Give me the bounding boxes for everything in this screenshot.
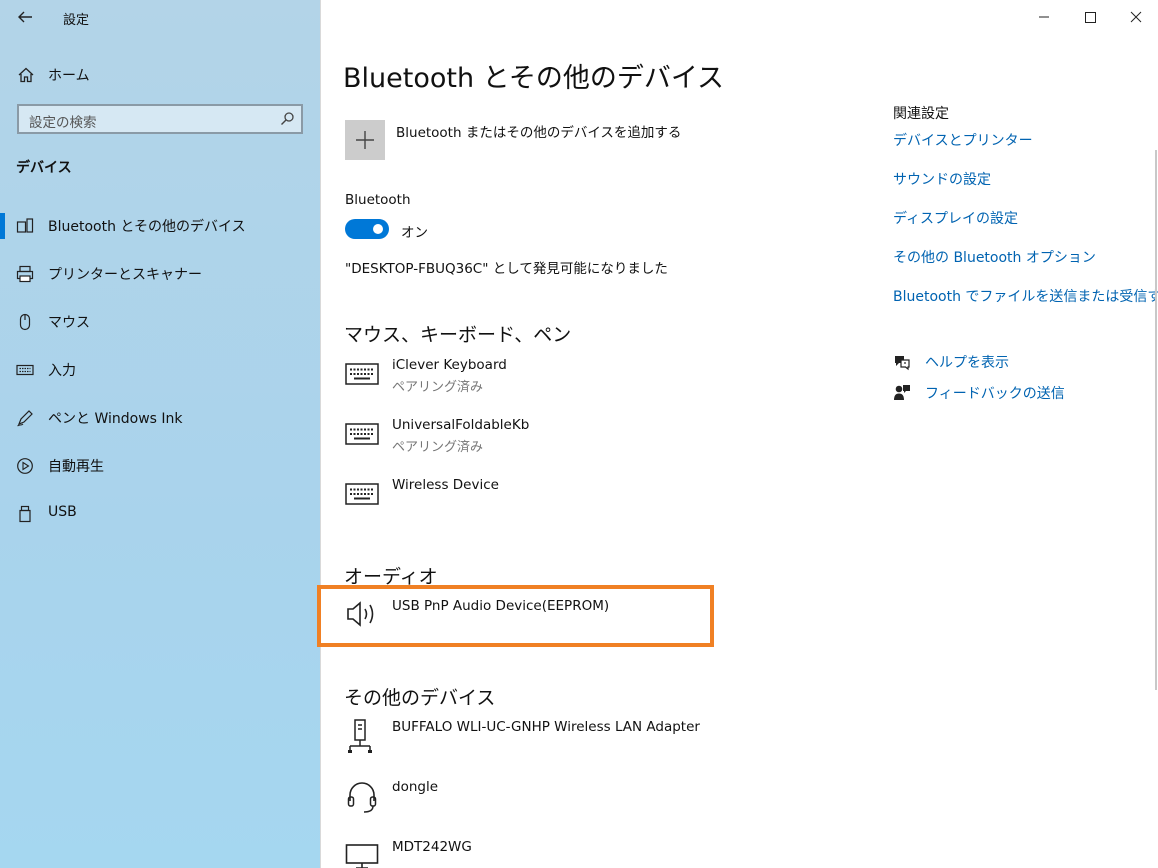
back-arrow-icon xyxy=(18,11,32,23)
sidebar-section-title: デバイス xyxy=(16,160,72,176)
mouse-icon xyxy=(19,313,31,331)
device-name: UniversalFoldableKb xyxy=(392,417,530,433)
minimize-icon xyxy=(1039,16,1049,18)
page-title: Bluetooth とその他のデバイス xyxy=(343,63,725,94)
main-pane: Bluetooth とその他のデバイス Bluetooth またはその他のデバイ… xyxy=(317,0,1158,868)
printer-icon xyxy=(16,265,34,283)
close-icon xyxy=(1130,11,1142,23)
device-status: ペアリング済み xyxy=(392,440,484,455)
usb-icon xyxy=(19,505,31,523)
sidebar-item-bluetooth[interactable]: Bluetooth とその他のデバイス xyxy=(0,205,320,245)
sidebar-item-printers[interactable]: プリンターとスキャナー xyxy=(0,253,320,293)
device-name: USB PnP Audio Device(EEPROM) xyxy=(392,598,610,614)
selection-indicator xyxy=(0,213,5,239)
sidebar-item-label: Bluetooth とその他のデバイス xyxy=(48,219,246,235)
sidebar-item-mouse[interactable]: マウス xyxy=(0,301,320,341)
device-name: iClever Keyboard xyxy=(392,357,507,373)
sidebar-item-usb[interactable]: USB xyxy=(0,493,320,533)
monitor-icon xyxy=(345,844,379,868)
section-title-input: マウス、キーボード、ペン xyxy=(344,324,572,346)
device-name: MDT242WG xyxy=(392,839,472,855)
feedback-icon xyxy=(894,385,910,400)
add-icon-tile xyxy=(345,120,385,160)
link-sound-settings[interactable]: サウンドの設定 xyxy=(893,169,991,189)
scrollbar[interactable] xyxy=(1155,150,1157,690)
pen-icon xyxy=(17,410,33,427)
home-nav-item[interactable]: ホーム xyxy=(0,60,320,90)
feedback-label: フィードバックの送信 xyxy=(925,386,1065,402)
sidebar-item-label: 入力 xyxy=(48,363,76,379)
device-name: BUFFALO WLI-UC-GNHP Wireless LAN Adapter xyxy=(392,719,700,735)
sidebar-item-label: ペンと Windows Ink xyxy=(48,411,183,427)
related-settings-title: 関連設定 xyxy=(893,106,949,122)
headset-icon xyxy=(347,782,377,813)
device-item[interactable]: MDT242WG xyxy=(345,837,825,868)
help-chat-icon xyxy=(895,356,910,371)
minimize-button[interactable] xyxy=(1021,0,1067,34)
bluetooth-state: オン xyxy=(401,225,428,241)
add-device-button[interactable]: Bluetooth またはその他のデバイスを追加する xyxy=(345,120,681,160)
toggle-knob xyxy=(373,224,383,234)
close-button[interactable] xyxy=(1113,0,1158,34)
get-help-link[interactable]: ヘルプを表示 xyxy=(893,351,1093,373)
maximize-button[interactable] xyxy=(1067,0,1113,34)
maximize-icon xyxy=(1085,12,1096,23)
discoverable-text: "DESKTOP-FBUQ36C" として発見可能になりました xyxy=(345,261,668,277)
speaker-icon xyxy=(347,601,374,627)
plus-icon xyxy=(356,131,374,149)
sidebar-item-pen[interactable]: ペンと Windows Ink xyxy=(0,397,320,437)
search-icon[interactable] xyxy=(279,111,295,127)
home-label: ホーム xyxy=(48,68,90,84)
link-devices-printers[interactable]: デバイスとプリンター xyxy=(893,130,1033,150)
help-label: ヘルプを表示 xyxy=(925,355,1009,371)
sidebar-item-label: マウス xyxy=(48,315,90,331)
bluetooth-label: Bluetooth xyxy=(345,192,411,208)
sidebar-item-label: プリンターとスキャナー xyxy=(48,267,202,283)
keyboard-icon xyxy=(16,364,34,376)
device-item[interactable]: UniversalFoldableKb ペアリング済み xyxy=(345,415,825,465)
sidebar-item-autoplay[interactable]: 自動再生 xyxy=(0,445,320,485)
device-name: Wireless Device xyxy=(392,477,499,493)
window-title: 設定 xyxy=(63,13,90,28)
sidebar: 設定 ホーム 設定の検索 デバイス Bluetooth とその他のデバイス プリ… xyxy=(0,0,320,868)
bluetooth-devices-icon xyxy=(16,218,34,233)
send-feedback-link[interactable]: フィードバックの送信 xyxy=(893,382,1093,404)
sidebar-item-label: USB xyxy=(48,504,77,520)
device-item[interactable]: dongle xyxy=(345,777,825,817)
sidebar-item-typing[interactable]: 入力 xyxy=(0,349,320,389)
device-item[interactable]: Wireless Device xyxy=(345,475,825,515)
link-more-bluetooth-options[interactable]: その他の Bluetooth オプション xyxy=(893,247,1096,267)
sidebar-item-label: 自動再生 xyxy=(48,459,104,475)
settings-search-box[interactable]: 設定の検索 xyxy=(17,104,303,134)
device-item[interactable]: USB PnP Audio Device(EEPROM) xyxy=(345,595,705,637)
home-icon xyxy=(18,67,34,83)
autoplay-icon xyxy=(17,458,33,474)
keyboard-icon xyxy=(345,423,379,445)
network-device-icon xyxy=(348,719,372,753)
section-title-other: その他のデバイス xyxy=(344,687,496,709)
add-device-label: Bluetooth またはその他のデバイスを追加する xyxy=(396,125,682,141)
device-status: ペアリング済み xyxy=(392,380,484,395)
keyboard-icon xyxy=(345,363,379,385)
link-send-receive-files[interactable]: Bluetooth でファイルを送信または受信する xyxy=(893,286,1158,306)
keyboard-icon xyxy=(345,483,379,505)
device-item[interactable]: iClever Keyboard ペアリング済み xyxy=(345,355,825,405)
settings-search-input[interactable]: 設定の検索 xyxy=(29,111,97,131)
back-button[interactable] xyxy=(12,6,40,28)
device-name: dongle xyxy=(392,779,439,795)
link-display-settings[interactable]: ディスプレイの設定 xyxy=(893,208,1018,228)
device-item[interactable]: BUFFALO WLI-UC-GNHP Wireless LAN Adapter xyxy=(345,717,825,757)
bluetooth-toggle[interactable] xyxy=(345,219,389,239)
